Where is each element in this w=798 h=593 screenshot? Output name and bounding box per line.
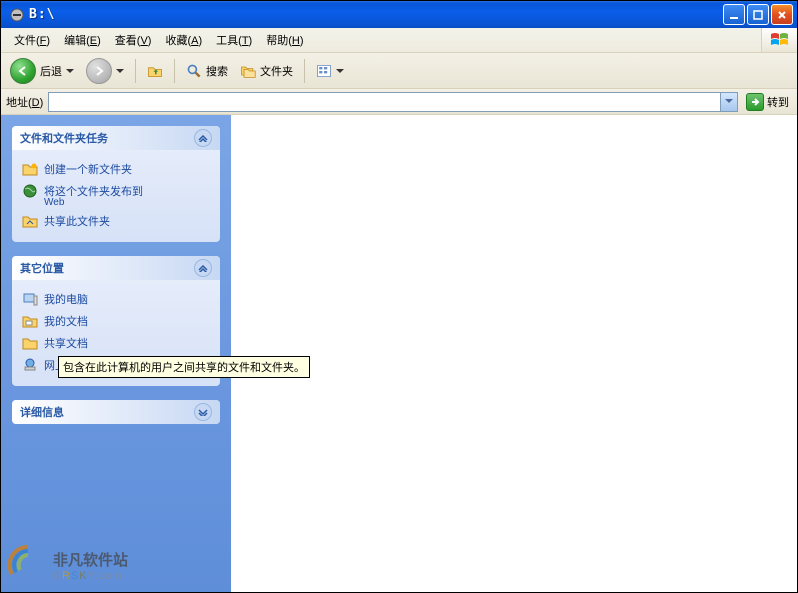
address-input-wrap <box>48 92 738 112</box>
main-content-area <box>231 115 797 592</box>
minimize-button[interactable] <box>723 4 745 25</box>
new-folder-icon <box>22 161 38 177</box>
menubar: 文件(F) 编辑(E) 查看(V) 收藏(A) 工具(T) 帮助(H) <box>1 28 797 53</box>
go-label: 转到 <box>767 94 789 110</box>
folders-button[interactable]: 文件夹 <box>236 61 297 81</box>
globe-icon <box>22 183 38 199</box>
views-dropdown-icon <box>336 65 344 77</box>
close-button[interactable] <box>771 4 793 25</box>
place-shared-documents[interactable]: 共享文档 <box>22 332 210 354</box>
addressbar: 地址(D) 转到 <box>1 89 797 115</box>
go-button[interactable]: 转到 <box>743 91 792 113</box>
menu-file[interactable]: 文件(F) <box>7 29 57 51</box>
toolbar: 后退 搜索 文件夹 <box>1 53 797 89</box>
windows-flag-icon <box>761 28 797 52</box>
share-folder-icon <box>22 213 38 229</box>
panel-details: 详细信息 <box>12 400 220 424</box>
forward-button[interactable] <box>82 56 128 86</box>
panel-places-title: 其它位置 <box>20 260 64 276</box>
panel-tasks-header[interactable]: 文件和文件夹任务 <box>12 126 220 150</box>
window-icon <box>9 7 25 23</box>
search-label: 搜索 <box>206 63 228 79</box>
chevron-up-icon <box>194 129 212 147</box>
address-label: 地址(D) <box>6 94 43 110</box>
menu-favorites[interactable]: 收藏(A) <box>158 29 209 51</box>
views-button[interactable] <box>312 61 348 81</box>
up-button[interactable] <box>143 61 167 81</box>
maximize-button[interactable] <box>747 4 769 25</box>
place-my-documents[interactable]: 我的文档 <box>22 310 210 332</box>
back-icon <box>10 58 36 84</box>
address-input[interactable] <box>49 93 720 111</box>
menu-tools[interactable]: 工具(T) <box>209 29 259 51</box>
task-new-folder[interactable]: 创建一个新文件夹 <box>22 158 210 180</box>
forward-dropdown-icon <box>116 65 124 77</box>
watermark-cn: 非凡软件站 <box>53 549 128 570</box>
folders-icon <box>240 63 256 79</box>
network-icon <box>22 357 38 373</box>
back-dropdown-icon <box>66 65 74 77</box>
back-button[interactable]: 后退 <box>6 56 78 86</box>
content-area: 文件和文件夹任务 创建一个新文件夹 将这个文件夹发布到 Web 共享此文件夹 <box>1 115 797 592</box>
watermark-logo-icon <box>7 544 49 586</box>
tooltip: 包含在此计算机的用户之间共享的文件和文件夹。 <box>58 356 310 378</box>
views-icon <box>316 63 332 79</box>
panel-details-header[interactable]: 详细信息 <box>12 400 220 424</box>
panel-tasks-title: 文件和文件夹任务 <box>20 130 108 146</box>
task-share-label: 共享此文件夹 <box>44 213 110 229</box>
panel-places-header[interactable]: 其它位置 <box>12 256 220 280</box>
computer-icon <box>22 291 38 307</box>
place-my-computer[interactable]: 我的电脑 <box>22 288 210 310</box>
shared-docs-icon <box>22 335 38 351</box>
place-shared-documents-label: 共享文档 <box>44 335 88 351</box>
panel-places: 其它位置 我的电脑 我的文档 共享文档 网上邻居 <box>12 256 220 386</box>
watermark-en: CRSKY.com <box>53 570 128 582</box>
window-title: B:\ <box>29 7 723 22</box>
search-icon <box>186 63 202 79</box>
place-my-computer-label: 我的电脑 <box>44 291 88 307</box>
panel-details-title: 详细信息 <box>20 404 64 420</box>
place-my-documents-label: 我的文档 <box>44 313 88 329</box>
search-button[interactable]: 搜索 <box>182 61 232 81</box>
folders-label: 文件夹 <box>260 63 293 79</box>
folder-up-icon <box>147 63 163 79</box>
documents-icon <box>22 313 38 329</box>
chevron-down-icon <box>194 403 212 421</box>
back-label: 后退 <box>40 63 62 79</box>
watermark: 非凡软件站 CRSKY.com <box>7 544 128 586</box>
chevron-up-icon <box>194 259 212 277</box>
forward-icon <box>86 58 112 84</box>
task-share[interactable]: 共享此文件夹 <box>22 210 210 232</box>
sidebar: 文件和文件夹任务 创建一个新文件夹 将这个文件夹发布到 Web 共享此文件夹 <box>1 115 231 592</box>
menu-edit[interactable]: 编辑(E) <box>57 29 108 51</box>
menu-help[interactable]: 帮助(H) <box>259 29 310 51</box>
go-arrow-icon <box>746 93 764 111</box>
menu-view[interactable]: 查看(V) <box>108 29 159 51</box>
panel-tasks: 文件和文件夹任务 创建一个新文件夹 将这个文件夹发布到 Web 共享此文件夹 <box>12 126 220 242</box>
task-new-folder-label: 创建一个新文件夹 <box>44 161 132 177</box>
titlebar: B:\ <box>1 1 797 28</box>
address-dropdown-button[interactable] <box>720 93 737 111</box>
